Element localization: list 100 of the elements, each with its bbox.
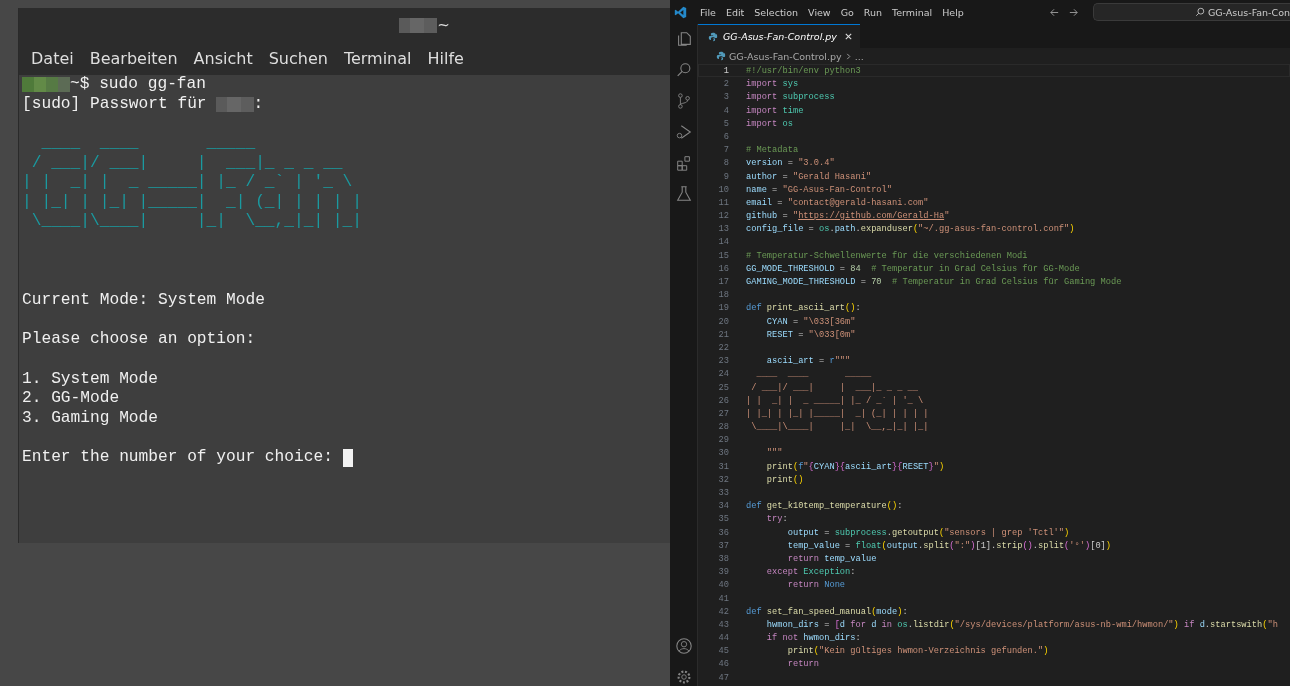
menu-item[interactable]: Help	[937, 6, 969, 18]
forward-arrow-icon[interactable]	[1067, 6, 1079, 18]
account-icon[interactable]	[674, 637, 693, 655]
line-number: 37	[717, 539, 729, 551]
terminal-text: ~$ sudo gg-fan	[70, 75, 206, 95]
menu-item[interactable]: Ansicht	[185, 49, 261, 68]
python-file-icon	[708, 31, 718, 42]
code-line: def print_ascii_art():	[746, 302, 861, 314]
code-line: # Metadata	[746, 144, 799, 156]
code-line: hwmon_dirs = [d for d in os.listdir("/sys/devices/platform/asus-nb-wmi/hwmon/") if d.startswith("h	[765, 618, 1278, 631]
line-number: 27	[717, 407, 729, 420]
line-number: 13	[717, 223, 729, 235]
code-line: author = "Gerald Hasani"	[746, 170, 872, 182]
menu-item[interactable]: Terminal	[887, 6, 938, 18]
menu-item[interactable]: Terminal	[335, 49, 420, 68]
code-line: github = "https://github.com/Gerald-Ha"	[746, 210, 950, 222]
code-line: # Temperatur-Schwellenwerte für die verschiedenen Modi	[746, 249, 1028, 261]
run-debug-icon[interactable]	[674, 123, 693, 141]
extensions-icon[interactable]	[674, 154, 693, 172]
code-line: CYAN = "\033[36m"	[765, 315, 856, 327]
line-number: 11	[717, 196, 729, 209]
line-number: 9	[722, 170, 729, 182]
ascii-art-line: \____|\____| |_| \__,_|_| |_|	[30, 212, 362, 233]
search-icon	[1194, 7, 1205, 17]
back-arrow-icon[interactable]	[1048, 6, 1060, 18]
line-number: 47	[717, 671, 729, 683]
menu-item[interactable]: Bearbeiten	[81, 49, 186, 68]
code-line: name = "GG-Asus-Fan-Control"	[746, 183, 892, 195]
line-number: 35	[717, 513, 729, 525]
line-number: 5	[722, 117, 729, 129]
app-logo-icon	[674, 5, 687, 19]
line-number: 16	[717, 262, 729, 274]
line-number: 42	[717, 605, 729, 617]
line-number: 12	[717, 210, 729, 222]
line-number: 14	[717, 236, 729, 248]
line-number: 22	[717, 341, 729, 354]
close-icon[interactable]	[843, 32, 853, 41]
code-line: output = subprocess.getoutput("sensors | grep 'Tctl'")	[786, 526, 1070, 538]
line-number: 43	[717, 618, 729, 631]
line-number: 36	[717, 526, 729, 538]
menu-item[interactable]: Hilfe	[419, 49, 472, 68]
flask-icon[interactable]	[674, 185, 693, 203]
line-number: 21	[717, 328, 729, 340]
code-line: def get_k10temp_temperature():	[746, 500, 903, 512]
line-number: 33	[717, 487, 729, 499]
line-number: 39	[717, 566, 729, 578]
line-number: 3	[722, 91, 729, 103]
editor-tab[interactable]: GG-Asus-Fan-Control.py	[698, 24, 860, 48]
menu-item[interactable]: Run	[858, 6, 888, 18]
terminal-text: 2. GG-Mode	[22, 389, 120, 409]
terminal-text: :	[253, 94, 264, 115]
terminal-text: [sudo] Passwort für	[22, 94, 207, 115]
code-line: import os	[746, 117, 793, 129]
redacted-block	[215, 96, 254, 112]
line-number: 1	[722, 65, 729, 77]
menu-item[interactable]: Suchen	[260, 49, 336, 68]
line-number: 24	[717, 368, 729, 380]
code-line: | | _| | _ _____| |_ / _` | '_ \	[746, 394, 924, 406]
line-number: 32	[717, 473, 729, 485]
line-number: 44	[717, 632, 729, 644]
line-number: 15	[717, 249, 729, 261]
menu-item[interactable]: File	[695, 6, 721, 18]
menu-item[interactable]: Edit	[720, 6, 750, 18]
search-field[interactable]: GG-Asus-Fan-Con	[1092, 3, 1290, 21]
menu-item[interactable]: Datei	[23, 49, 82, 68]
code-line: return	[786, 658, 819, 670]
code-line: ascii_art = r"""	[765, 355, 851, 367]
text-cursor	[342, 449, 353, 467]
redacted-block	[22, 77, 70, 93]
line-number: 46	[717, 658, 729, 670]
terminal-text: Current Mode: System Mode	[22, 291, 265, 311]
line-number: 18	[717, 289, 729, 301]
code-line: print(f"{CYAN}{ascii_art}{RESET}")	[765, 460, 945, 472]
line-number: 38	[717, 552, 729, 565]
search-icon[interactable]	[674, 61, 693, 79]
breadcrumb-item[interactable]: GG-Asus-Fan-Control.py	[729, 50, 842, 62]
menu-item[interactable]: View	[803, 6, 836, 18]
breadcrumb-item[interactable]: ...	[854, 50, 864, 62]
line-number: 34	[717, 500, 729, 512]
code-line: #!/usr/bin/env python3	[746, 65, 861, 77]
code-line: ____ ____ _____	[755, 368, 872, 380]
code-line: """	[765, 447, 783, 459]
line-number: 30	[717, 447, 729, 459]
terminal-text: Please choose an option:	[22, 330, 256, 350]
line-number: 8	[722, 157, 729, 169]
line-number: 10	[717, 183, 729, 195]
line-number: 17	[717, 276, 729, 288]
menu-item[interactable]: Selection	[749, 6, 804, 18]
line-number: 29	[717, 434, 729, 446]
code-line: try:	[765, 513, 788, 525]
line-number: 6	[722, 130, 729, 143]
code-line: return temp_value	[786, 552, 877, 565]
menu-item[interactable]: Go	[835, 6, 859, 18]
line-number: 4	[722, 104, 729, 116]
code-line: return None	[786, 579, 846, 591]
ascii-art-line: | | _| | _ _____| |_ / _` | '_ \	[22, 173, 353, 193]
code-line: GG_MODE_THRESHOLD = 84 # Temperatur in Grad Celsius für GG-Mode	[746, 262, 1080, 274]
line-number: 41	[717, 592, 729, 604]
line-number: 25	[717, 381, 729, 393]
ascii-art-line: ____ ____ _____	[40, 133, 256, 154]
